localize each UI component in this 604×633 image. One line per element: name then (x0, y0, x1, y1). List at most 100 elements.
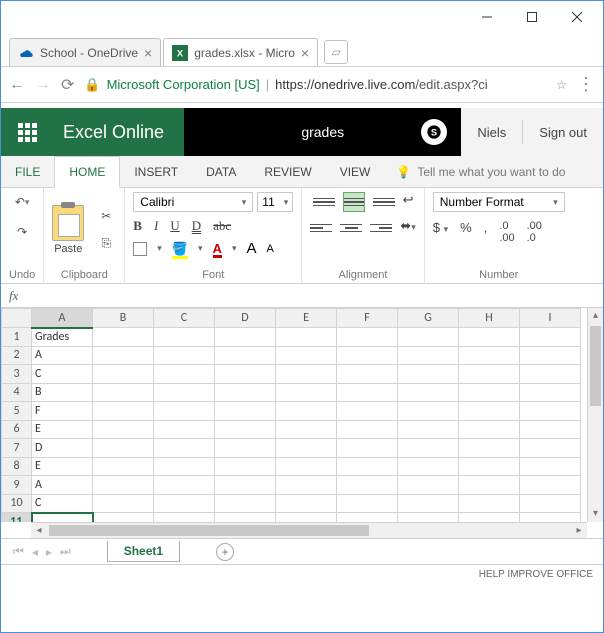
cell[interactable] (215, 383, 276, 402)
cell[interactable] (93, 476, 154, 495)
cell[interactable] (520, 346, 581, 365)
scrollbar-thumb[interactable] (590, 326, 601, 406)
document-title[interactable]: grades (301, 124, 344, 140)
bookmark-icon[interactable]: ☆ (556, 78, 567, 92)
cell[interactable] (520, 402, 581, 421)
cell[interactable] (398, 346, 459, 365)
bold-button[interactable]: B (133, 218, 142, 234)
sheet-nav-last[interactable]: ⏭ (60, 544, 71, 559)
cell[interactable] (398, 365, 459, 384)
scroll-right-icon[interactable]: ▸ (571, 523, 587, 538)
cell[interactable] (215, 476, 276, 495)
font-size-select[interactable]: 11▾ (257, 192, 293, 212)
app-launcher-button[interactable] (1, 108, 53, 156)
sign-out-link[interactable]: Sign out (523, 125, 603, 140)
scroll-left-icon[interactable]: ◂ (31, 523, 47, 538)
cell[interactable] (276, 513, 337, 523)
add-sheet-button[interactable]: + (216, 543, 234, 561)
cell[interactable] (154, 439, 215, 458)
cell[interactable] (459, 328, 520, 347)
cell[interactable] (154, 346, 215, 365)
new-tab-button[interactable]: ▱ (324, 40, 348, 64)
cell[interactable] (215, 439, 276, 458)
cell[interactable] (337, 402, 398, 421)
align-bottom-button[interactable] (373, 192, 395, 212)
cell[interactable] (398, 476, 459, 495)
sheet-nav-next[interactable]: ▸ (46, 545, 52, 559)
help-improve-link[interactable]: HELP IMPROVE OFFICE (479, 569, 593, 580)
increase-font-button[interactable]: A (246, 240, 256, 257)
horizontal-scrollbar[interactable]: ◂ ▸ (31, 522, 587, 538)
tab-insert[interactable]: INSERT (120, 156, 192, 187)
cell[interactable] (398, 420, 459, 439)
sheet-nav-prev[interactable]: ◂ (32, 545, 38, 559)
cell[interactable] (215, 457, 276, 476)
cell[interactable] (337, 494, 398, 513)
wrap-text-button[interactable]: ↩ (403, 192, 414, 212)
cell[interactable] (459, 476, 520, 495)
column-header[interactable]: I (520, 309, 581, 328)
double-underline-button[interactable]: D (192, 218, 201, 234)
scroll-down-icon[interactable]: ▾ (588, 506, 603, 522)
cell[interactable] (276, 476, 337, 495)
column-header[interactable]: B (93, 309, 154, 328)
borders-button[interactable] (133, 242, 147, 256)
copy-button[interactable]: ⎘ (96, 234, 116, 254)
back-button[interactable]: ← (9, 76, 25, 94)
column-header[interactable]: F (337, 309, 398, 328)
cell[interactable]: A (32, 346, 93, 365)
cell[interactable] (337, 346, 398, 365)
align-left-button[interactable] (310, 218, 332, 238)
row-header[interactable]: 7 (2, 439, 32, 458)
tab-data[interactable]: DATA (192, 156, 250, 187)
cell[interactable] (154, 420, 215, 439)
cell[interactable] (154, 457, 215, 476)
column-header[interactable]: D (215, 309, 276, 328)
align-center-button[interactable] (340, 218, 362, 238)
paste-button[interactable]: Paste (52, 205, 84, 255)
cell[interactable]: B (32, 383, 93, 402)
cell[interactable]: E (32, 420, 93, 439)
cell[interactable] (93, 328, 154, 347)
cell[interactable] (520, 494, 581, 513)
window-minimize-button[interactable] (464, 3, 509, 31)
user-name[interactable]: Niels (461, 125, 522, 140)
cell[interactable]: E (32, 457, 93, 476)
comma-button[interactable]: , (484, 220, 488, 244)
sheet-tab-sheet1[interactable]: Sheet1 (107, 541, 180, 562)
cell[interactable]: A (32, 476, 93, 495)
cell[interactable] (154, 513, 215, 523)
decrease-font-button[interactable]: A (266, 243, 273, 255)
tab-file[interactable]: FILE (1, 156, 54, 187)
scrollbar-thumb[interactable] (49, 525, 369, 536)
cell[interactable] (154, 402, 215, 421)
row-header[interactable]: 8 (2, 457, 32, 476)
cell[interactable] (459, 439, 520, 458)
cell[interactable] (215, 365, 276, 384)
window-close-button[interactable] (554, 3, 599, 31)
row-header[interactable]: 11 (2, 513, 32, 523)
select-all-corner[interactable] (2, 309, 32, 328)
cell[interactable] (32, 513, 93, 523)
column-header[interactable]: H (459, 309, 520, 328)
row-header[interactable]: 4 (2, 383, 32, 402)
cell[interactable] (93, 513, 154, 523)
column-header[interactable]: C (154, 309, 215, 328)
align-top-button[interactable] (313, 192, 335, 212)
font-color-button[interactable]: A (213, 241, 222, 256)
cell[interactable] (520, 420, 581, 439)
align-right-button[interactable] (370, 218, 392, 238)
cell[interactable] (276, 439, 337, 458)
cell[interactable] (459, 457, 520, 476)
cell[interactable] (337, 439, 398, 458)
cell[interactable] (337, 420, 398, 439)
cell[interactable] (215, 328, 276, 347)
cell[interactable] (276, 420, 337, 439)
chrome-menu-icon[interactable]: ⋮ (577, 74, 595, 95)
cell[interactable] (337, 513, 398, 523)
cell[interactable] (215, 346, 276, 365)
cell[interactable] (276, 402, 337, 421)
row-header[interactable]: 6 (2, 420, 32, 439)
browser-tab-excel[interactable]: X grades.xlsx - Micro × (163, 38, 318, 66)
percent-button[interactable]: % (460, 220, 472, 244)
